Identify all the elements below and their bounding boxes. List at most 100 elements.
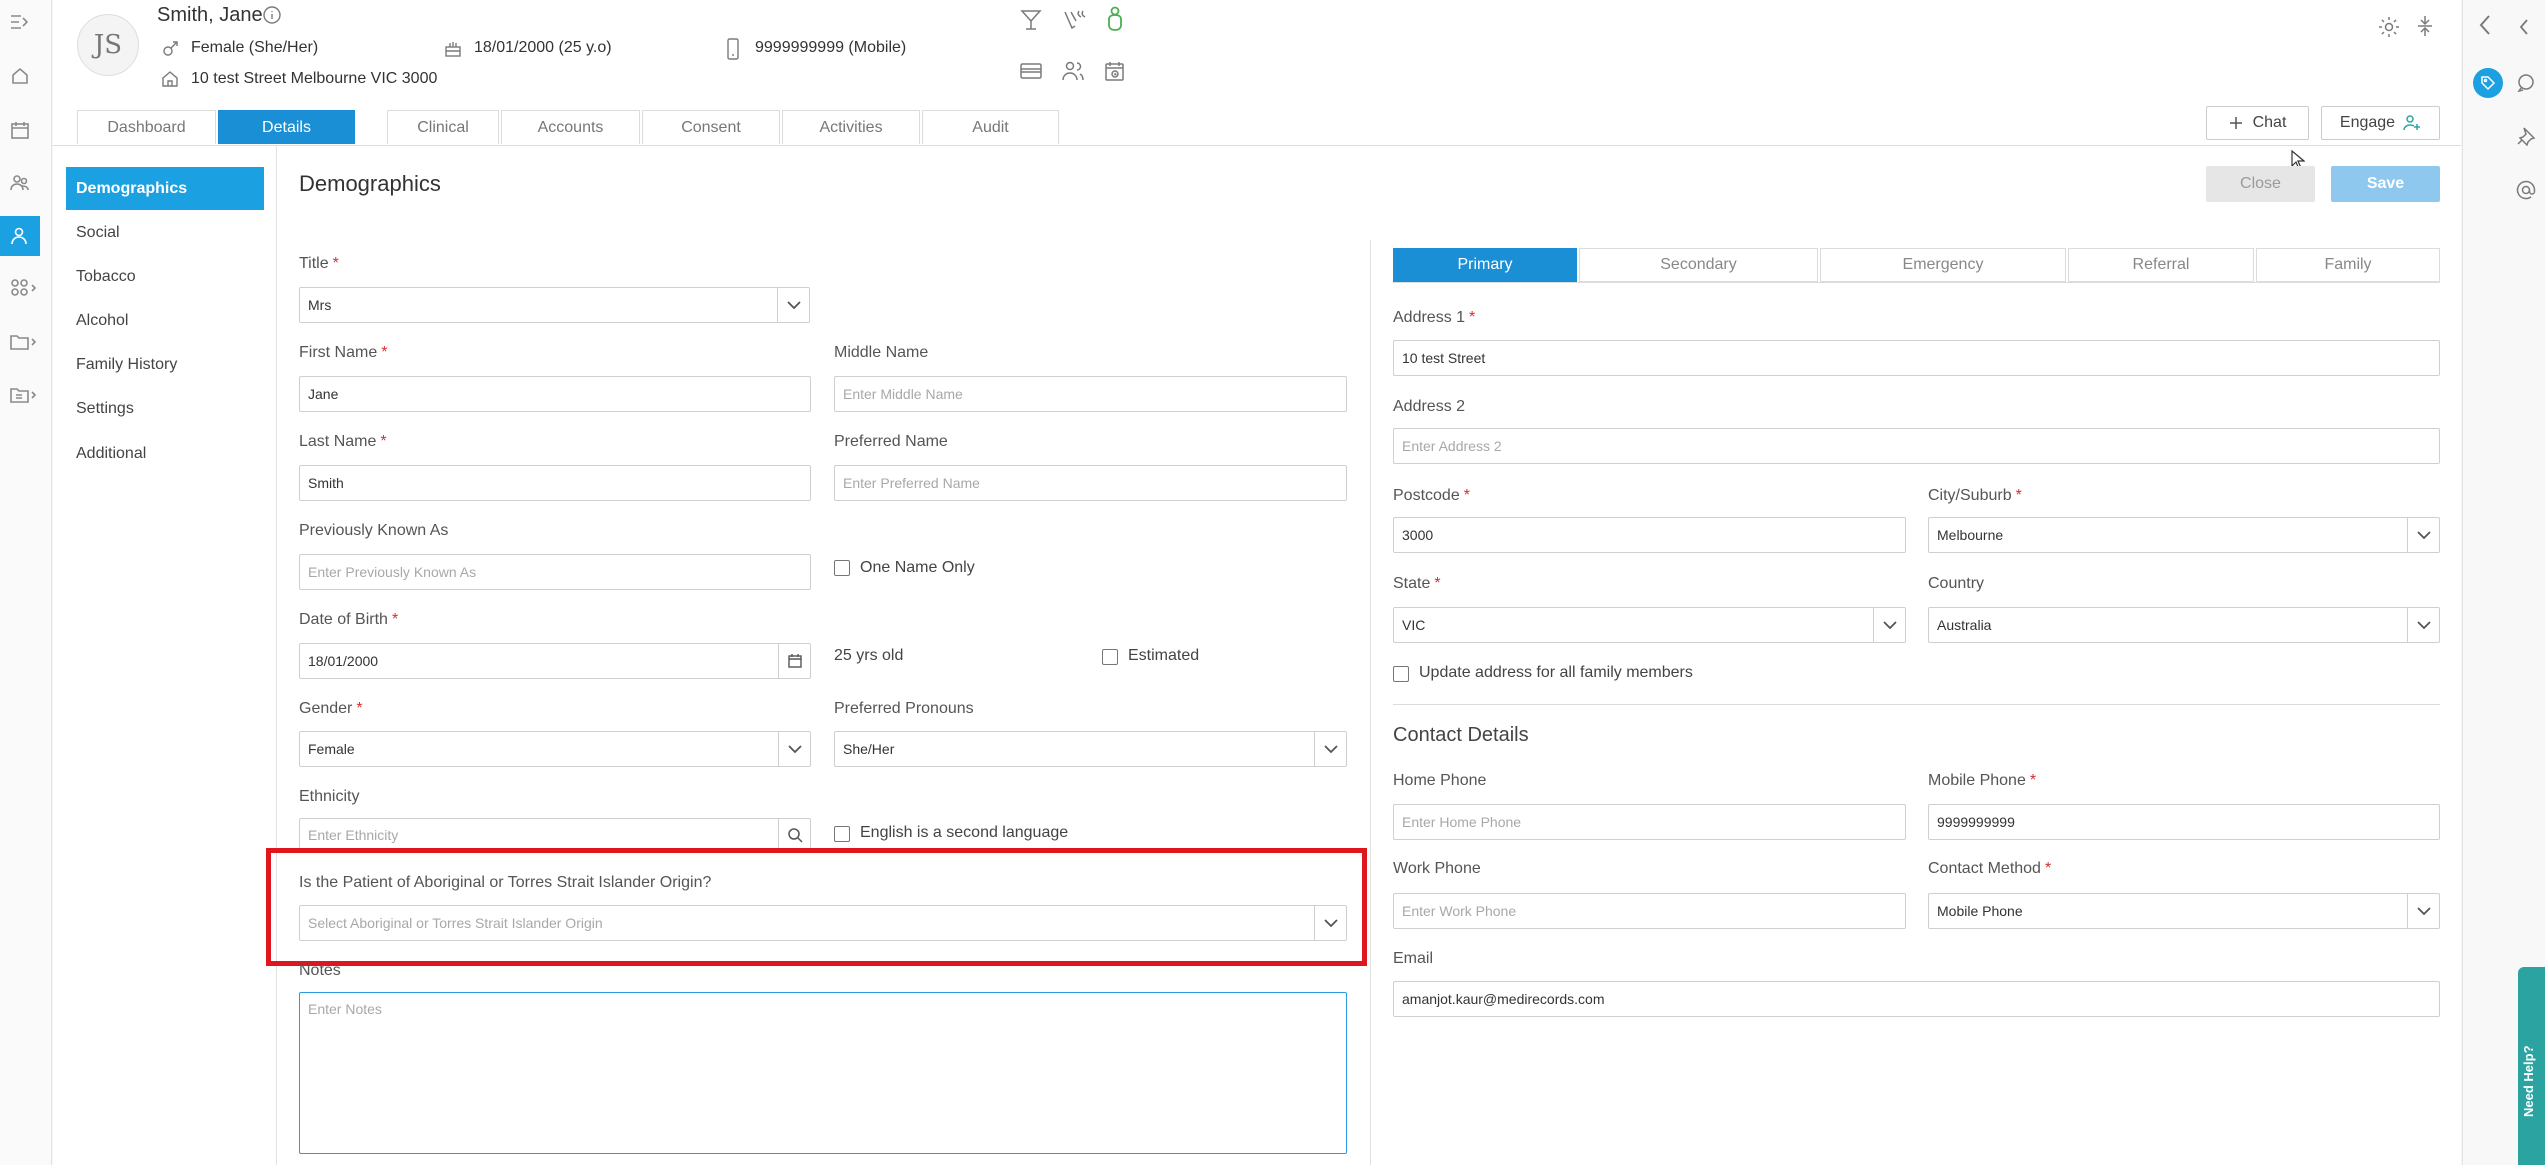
sidebar-item-family-history[interactable]: Family History [66, 343, 264, 386]
patient-name: Smith, Jane [157, 4, 263, 26]
collapse-header-icon[interactable] [2416, 15, 2434, 37]
tab-activities[interactable]: Activities [782, 110, 920, 144]
credit-card-icon[interactable] [1019, 61, 1043, 81]
contact-details-heading: Contact Details [1393, 724, 1529, 746]
tab-consent[interactable]: Consent [642, 110, 780, 144]
ethnicity-input[interactable]: Enter Ethnicity [299, 818, 811, 852]
previously-known-as-label: Previously Known As [299, 522, 449, 539]
cigarette-icon[interactable] [1063, 9, 1087, 31]
state-select[interactable]: VIC [1393, 607, 1906, 643]
english-second-language-checkbox[interactable] [834, 826, 850, 842]
pin-icon[interactable] [2516, 126, 2536, 146]
apps-icon[interactable] [0, 268, 48, 308]
home-phone-label: Home Phone [1393, 772, 1487, 789]
patient-address: 10 test Street Melbourne VIC 3000 [191, 70, 438, 87]
need-help-tab[interactable]: Need Help? [2518, 967, 2545, 1165]
tab-divider [53, 145, 2461, 146]
settings-gear-icon[interactable] [2377, 15, 2401, 39]
home-phone-input[interactable]: Enter Home Phone [1393, 804, 1906, 840]
gender-select[interactable]: Female [299, 731, 811, 767]
postcode-input[interactable]: 3000 [1393, 517, 1906, 553]
address-tab-emergency[interactable]: Emergency [1820, 248, 2066, 282]
update-address-family-checkbox[interactable] [1393, 666, 1409, 682]
search-icon[interactable] [778, 819, 810, 851]
sidebar-divider [276, 146, 277, 1165]
cocktail-glass-icon[interactable] [1020, 9, 1042, 31]
folder-icon[interactable] [0, 322, 48, 362]
tab-details[interactable]: Details [218, 110, 355, 144]
email-label: Email [1393, 950, 1434, 967]
chevron-left-icon[interactable] [2478, 14, 2492, 36]
tab-audit[interactable]: Audit [922, 110, 1059, 144]
address-tab-family[interactable]: Family [2256, 248, 2440, 282]
close-button[interactable]: Close [2206, 166, 2315, 202]
address-tab-secondary[interactable]: Secondary [1579, 248, 1818, 282]
avatar: JS [77, 14, 139, 76]
chat-button[interactable]: Chat [2206, 106, 2309, 140]
engage-button-label: Engage [2339, 114, 2396, 131]
sidebar-item-social[interactable]: Social [66, 211, 264, 254]
sidebar-item-tobacco[interactable]: Tobacco [66, 255, 264, 298]
engage-button[interactable]: Engage [2321, 106, 2440, 140]
update-address-family-label: Update address for all family members [1419, 664, 1693, 681]
one-name-only-label: One Name Only [860, 559, 975, 576]
state-label: State * [1393, 575, 1441, 592]
tag-icon[interactable] [2473, 68, 2503, 98]
home-icon[interactable] [0, 56, 40, 96]
tab-dashboard[interactable]: Dashboard [77, 110, 216, 144]
one-name-only-checkbox[interactable] [834, 560, 850, 576]
section-divider [1393, 704, 2440, 705]
address2-label: Address 2 [1393, 398, 1466, 415]
notes-textarea[interactable]: Enter Notes [299, 992, 1347, 1154]
work-phone-input[interactable]: Enter Work Phone [1393, 893, 1906, 929]
sidebar-item-additional[interactable]: Additional [66, 432, 264, 475]
country-select[interactable]: Australia [1928, 607, 2440, 643]
tab-accounts[interactable]: Accounts [501, 110, 640, 144]
notes-label: Notes [299, 962, 341, 979]
chevron-down-icon [778, 732, 810, 766]
city-select[interactable]: Melbourne [1928, 517, 2440, 553]
person-status-icon[interactable] [1104, 6, 1126, 34]
patients-icon[interactable] [0, 163, 40, 203]
tab-clinical[interactable]: Clinical [387, 110, 499, 144]
sidebar-item-alcohol[interactable]: Alcohol [66, 299, 264, 342]
address1-input[interactable]: 10 test Street [1393, 340, 2440, 376]
email-input[interactable]: amanjot.kaur@medirecords.com [1393, 981, 2440, 1017]
chevron-left-icon[interactable] [2518, 18, 2530, 36]
left-nav-rail [0, 0, 52, 1165]
preferred-name-input[interactable]: Enter Preferred Name [834, 465, 1347, 501]
address-tab-referral[interactable]: Referral [2068, 248, 2254, 282]
patient-details-icon[interactable] [0, 216, 40, 256]
patient-gender: Female (She/Her) [191, 39, 319, 56]
chevron-down-icon [1314, 732, 1346, 766]
preferred-name-label: Preferred Name [834, 433, 948, 450]
address2-input[interactable]: Enter Address 2 [1393, 428, 2440, 464]
sidebar-item-settings[interactable]: Settings [66, 387, 264, 430]
mobile-phone-input[interactable]: 9999999999 [1928, 804, 2440, 840]
pronouns-select[interactable]: She/Her [834, 731, 1347, 767]
person-add-icon [2403, 115, 2421, 131]
middle-name-input[interactable]: Enter Middle Name [834, 376, 1347, 412]
first-name-input[interactable]: Jane [299, 376, 811, 412]
contact-method-select[interactable]: Mobile Phone [1928, 893, 2440, 929]
calendar-picker-icon[interactable] [778, 644, 810, 678]
family-icon[interactable] [1062, 60, 1084, 82]
expand-menu-icon[interactable] [0, 2, 40, 42]
estimated-checkbox[interactable] [1102, 649, 1118, 665]
info-icon[interactable] [262, 5, 282, 25]
calendar-icon[interactable] [0, 110, 40, 150]
folder-tree-icon[interactable] [0, 375, 48, 415]
at-sign-icon[interactable] [2516, 180, 2536, 200]
previously-known-as-input[interactable]: Enter Previously Known As [299, 554, 811, 590]
calendar-clock-icon[interactable] [1104, 60, 1126, 82]
sidebar-item-demographics[interactable]: Demographics [66, 167, 264, 210]
chat-bubble-icon[interactable] [2516, 72, 2536, 92]
chat-button-label: Chat [2252, 114, 2287, 131]
need-help-label: Need Help? [2521, 1045, 2536, 1117]
last-name-input[interactable]: Smith [299, 465, 811, 501]
address-tab-primary[interactable]: Primary [1393, 248, 1577, 282]
title-select[interactable]: Mrs [299, 287, 810, 323]
ethnicity-label: Ethnicity [299, 788, 360, 805]
save-button[interactable]: Save [2331, 166, 2440, 202]
dob-input[interactable]: 18/01/2000 [299, 643, 811, 679]
